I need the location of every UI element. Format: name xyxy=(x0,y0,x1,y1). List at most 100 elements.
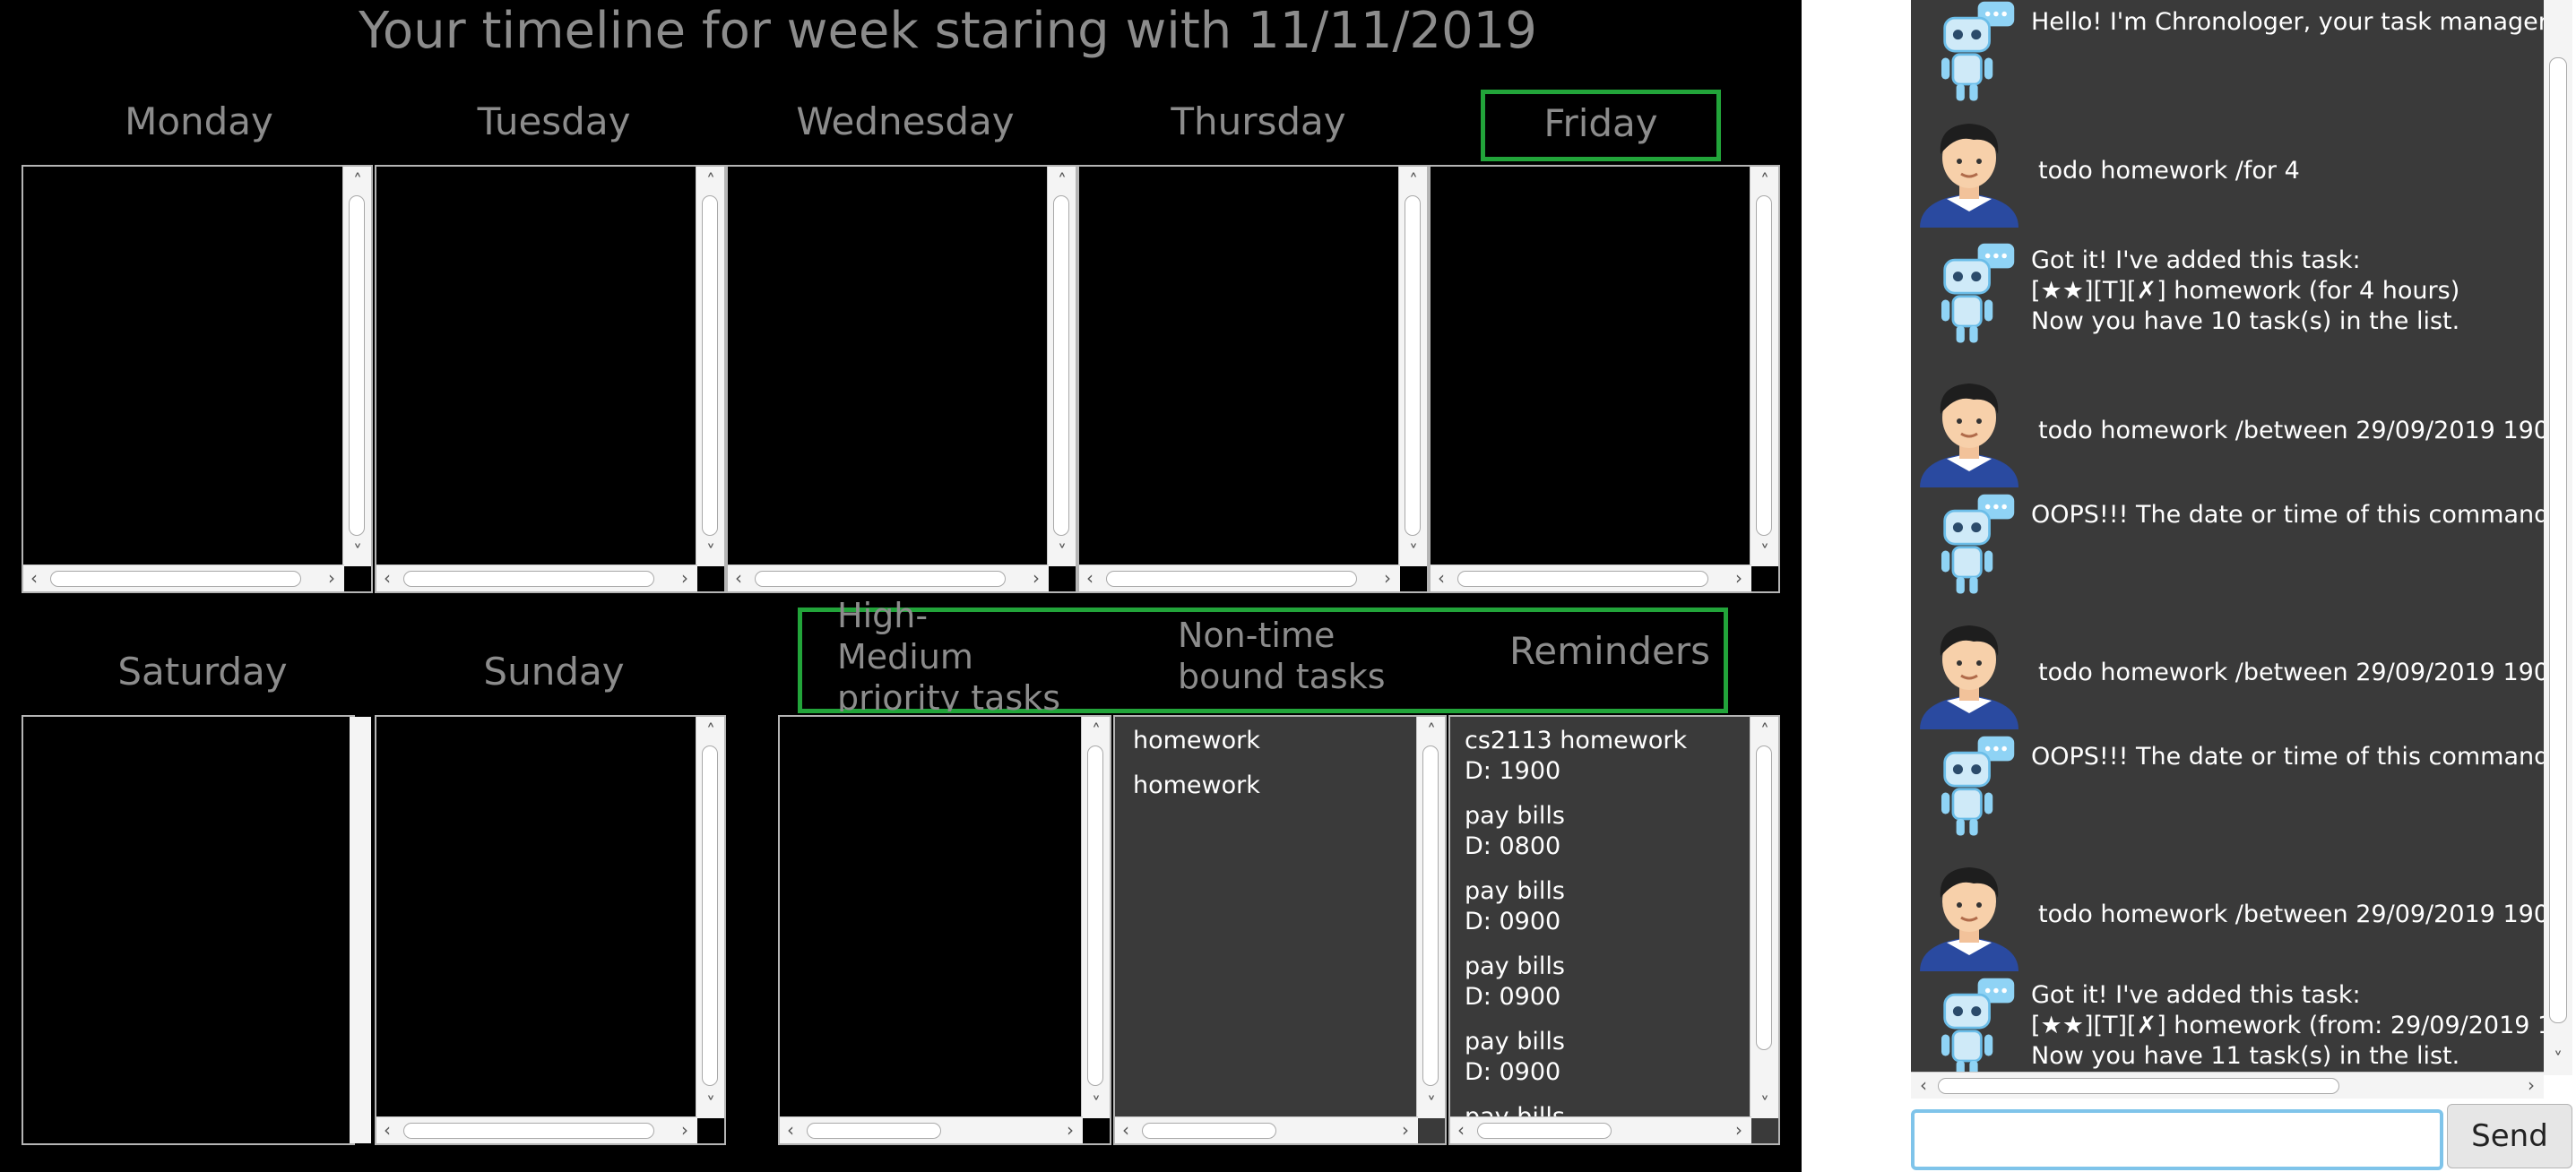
vertical-scrollbar[interactable]: ˄ ˅ xyxy=(696,717,724,1118)
scroll-thumb[interactable] xyxy=(1756,745,1772,1050)
scroll-left-icon[interactable]: ‹ xyxy=(378,1121,396,1139)
scroll-up-icon[interactable]: ˄ xyxy=(1756,172,1774,190)
day-pane-thursday[interactable]: ˄ ˅ ‹ › xyxy=(1077,165,1429,593)
horizontal-scrollbar[interactable]: ‹ › xyxy=(728,564,1049,591)
scroll-thumb[interactable] xyxy=(702,745,718,1086)
command-input[interactable] xyxy=(1911,1109,2443,1170)
scroll-right-icon[interactable]: › xyxy=(1027,569,1045,587)
chat-horizontal-scrollbar[interactable]: ‹ › xyxy=(1911,1072,2544,1099)
day-header-friday[interactable]: Friday xyxy=(1481,90,1721,161)
horizontal-scrollbar[interactable]: ‹ › xyxy=(1450,1116,1751,1143)
scroll-left-icon[interactable]: ‹ xyxy=(782,1121,800,1139)
scroll-left-icon[interactable]: ‹ xyxy=(1452,1121,1470,1139)
scroll-right-icon[interactable]: › xyxy=(676,1121,694,1139)
reminder-name[interactable]: pay bills xyxy=(1465,952,1565,982)
scroll-up-icon[interactable]: ˄ xyxy=(1405,172,1422,190)
dialog-container[interactable]: Hello! I'm Chronologer, your task manage… xyxy=(1911,0,2544,1075)
scroll-right-icon[interactable]: › xyxy=(676,569,694,587)
scroll-down-icon[interactable]: ˅ xyxy=(2549,1050,2567,1068)
vertical-scrollbar[interactable]: ˄ ˅ xyxy=(1750,717,1778,1118)
reminders-list[interactable]: cs2113 homework D: 1900 pay bills D: 080… xyxy=(1448,715,1780,1145)
send-button[interactable]: Send xyxy=(2447,1104,2572,1168)
scroll-left-icon[interactable]: ‹ xyxy=(25,569,43,587)
scroll-thumb[interactable] xyxy=(1142,1123,1276,1139)
horizontal-scrollbar[interactable]: ‹ › xyxy=(1079,564,1400,591)
reminder-name[interactable]: cs2113 homework xyxy=(1465,726,1687,756)
scroll-thumb[interactable] xyxy=(1938,1078,2339,1094)
scroll-left-icon[interactable]: ‹ xyxy=(1915,1076,1932,1094)
horizontal-scrollbar[interactable]: ‹ › xyxy=(1431,564,1751,591)
scroll-thumb[interactable] xyxy=(1106,571,1357,587)
horizontal-scrollbar[interactable]: ‹ › xyxy=(23,564,344,591)
horizontal-scrollbar[interactable]: ‹ › xyxy=(1115,1116,1418,1143)
scroll-thumb[interactable] xyxy=(702,195,718,536)
scroll-right-icon[interactable]: › xyxy=(1379,569,1396,587)
scroll-left-icon[interactable]: ‹ xyxy=(1081,569,1099,587)
scroll-up-icon[interactable]: ˄ xyxy=(1756,722,1774,740)
scroll-left-icon[interactable]: ‹ xyxy=(1117,1121,1135,1139)
scroll-down-icon[interactable]: ˅ xyxy=(702,543,720,561)
horizontal-scrollbar[interactable]: ‹ › xyxy=(376,1116,697,1143)
horizontal-scrollbar[interactable]: ‹ › xyxy=(780,1116,1083,1143)
high-medium-priority-list[interactable]: ˄ ˅ ‹ › xyxy=(778,715,1111,1145)
day-pane-sunday[interactable]: ˄ ˅ ‹ › xyxy=(375,715,726,1145)
vertical-scrollbar[interactable]: ˄ ˅ xyxy=(1081,717,1110,1118)
scroll-down-icon[interactable]: ˅ xyxy=(702,1095,720,1113)
reminder-name[interactable]: pay bills xyxy=(1465,1027,1565,1057)
scroll-down-icon[interactable]: ˅ xyxy=(1405,543,1422,561)
non-time-bound-list[interactable]: homework homework ˄ ˅ ‹ › xyxy=(1113,715,1447,1145)
scroll-right-icon[interactable]: › xyxy=(1396,1121,1414,1139)
scroll-up-icon[interactable]: ˄ xyxy=(349,172,367,190)
scroll-up-icon[interactable]: ˄ xyxy=(702,172,720,190)
scroll-up-icon[interactable]: ˄ xyxy=(1087,722,1105,740)
day-pane-friday[interactable]: ˄ ˅ ‹ › xyxy=(1429,165,1780,593)
scroll-up-icon[interactable]: ˄ xyxy=(1053,172,1071,190)
reminder-name[interactable]: pay bills xyxy=(1465,876,1565,907)
scroll-thumb[interactable] xyxy=(1405,195,1421,536)
vertical-scrollbar[interactable]: ˄ ˅ xyxy=(1047,167,1076,566)
vertical-scrollbar[interactable]: ˄ ˅ xyxy=(1750,167,1778,566)
scroll-down-icon[interactable]: ˅ xyxy=(1087,1095,1105,1113)
scroll-left-icon[interactable]: ‹ xyxy=(730,569,748,587)
scroll-down-icon[interactable]: ˅ xyxy=(1756,1095,1774,1113)
vertical-scrollbar[interactable] xyxy=(350,717,371,1143)
reminder-name[interactable]: pay bills xyxy=(1465,801,1565,832)
scroll-right-icon[interactable]: › xyxy=(2522,1076,2540,1094)
list-item[interactable]: homework xyxy=(1133,771,1260,801)
vertical-scrollbar[interactable]: ˄ ˅ xyxy=(342,167,371,566)
scroll-down-icon[interactable]: ˅ xyxy=(1756,543,1774,561)
day-pane-wednesday[interactable]: ˄ ˅ ‹ › xyxy=(726,165,1077,593)
scroll-left-icon[interactable]: ‹ xyxy=(378,569,396,587)
scroll-thumb[interactable] xyxy=(1477,1123,1612,1139)
scroll-thumb[interactable] xyxy=(755,571,1006,587)
scroll-up-icon[interactable]: ˄ xyxy=(1422,722,1440,740)
list-item[interactable]: homework xyxy=(1133,726,1260,756)
scroll-thumb[interactable] xyxy=(349,195,365,536)
vertical-scrollbar[interactable]: ˄ ˅ xyxy=(696,167,724,566)
scroll-down-icon[interactable]: ˅ xyxy=(349,543,367,561)
scroll-thumb[interactable] xyxy=(807,1123,941,1139)
scroll-left-icon[interactable]: ‹ xyxy=(1432,569,1450,587)
scroll-right-icon[interactable]: › xyxy=(323,569,341,587)
scroll-thumb[interactable] xyxy=(403,571,654,587)
day-pane-saturday[interactable] xyxy=(22,715,355,1145)
scroll-thumb[interactable] xyxy=(403,1123,654,1139)
scroll-thumb[interactable] xyxy=(1422,745,1439,1086)
scroll-right-icon[interactable]: › xyxy=(1730,1121,1748,1139)
scroll-thumb[interactable] xyxy=(1457,571,1708,587)
scroll-thumb[interactable] xyxy=(1053,195,1069,536)
vertical-scrollbar[interactable]: ˄ ˅ xyxy=(1398,167,1427,566)
scroll-right-icon[interactable]: › xyxy=(1061,1121,1079,1139)
scroll-thumb[interactable] xyxy=(1756,195,1772,536)
horizontal-scrollbar[interactable]: ‹ › xyxy=(376,564,697,591)
scroll-thumb[interactable] xyxy=(2549,57,2567,1023)
scroll-thumb[interactable] xyxy=(50,571,301,587)
day-pane-monday[interactable]: ˄ ˅ ‹ › xyxy=(22,165,373,593)
scroll-down-icon[interactable]: ˅ xyxy=(1422,1095,1440,1113)
vertical-scrollbar[interactable]: ˄ ˅ xyxy=(1416,717,1445,1118)
day-pane-tuesday[interactable]: ˄ ˅ ‹ › xyxy=(375,165,726,593)
scroll-thumb[interactable] xyxy=(1087,745,1103,1086)
scroll-up-icon[interactable]: ˄ xyxy=(702,722,720,740)
scroll-right-icon[interactable]: › xyxy=(1730,569,1748,587)
chat-vertical-scrollbar[interactable]: ˅ xyxy=(2544,0,2572,1075)
